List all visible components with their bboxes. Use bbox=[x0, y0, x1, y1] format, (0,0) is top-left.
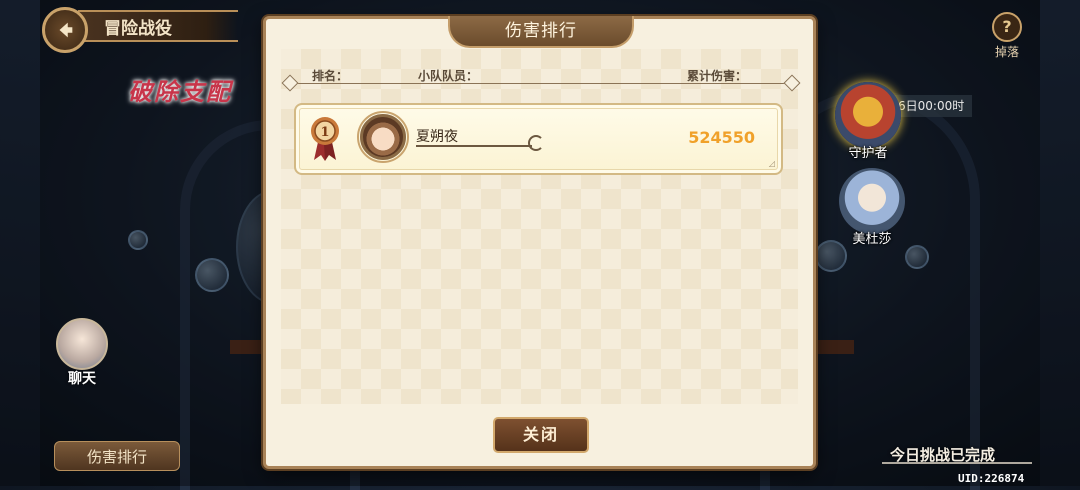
corner-ornament: ◿ bbox=[768, 159, 775, 168]
dialog-title: 伤害排行 bbox=[448, 16, 634, 48]
page-title: 冒险战役 bbox=[78, 10, 238, 42]
damage-ranking-dialog: 伤害排行 排名： 小队队员： 累计伤害： 1 夏朔夜 524550 ◿ 关闭 bbox=[263, 16, 816, 469]
user-id: UID:226874 bbox=[958, 472, 1025, 485]
column-header-members: 小队队员： bbox=[418, 69, 479, 83]
arrow-left-icon bbox=[59, 22, 73, 38]
table-row: 1 夏朔夜 524550 ◿ bbox=[294, 103, 783, 175]
header-divider bbox=[284, 83, 795, 84]
column-header-damage: 累计伤害： bbox=[687, 69, 748, 83]
chat-label: 聊天 bbox=[68, 371, 96, 387]
hero-medusa[interactable]: 美杜莎 bbox=[832, 168, 912, 247]
chat-avatar bbox=[56, 318, 108, 370]
avatar-ring bbox=[357, 111, 409, 163]
name-underline bbox=[416, 145, 532, 147]
hero-portrait bbox=[839, 168, 905, 234]
hero-name: 守护者 bbox=[848, 146, 888, 161]
damage-ranking-button[interactable]: 伤害排行 bbox=[54, 441, 180, 471]
member-name: 夏朔夜 bbox=[416, 129, 458, 145]
background-ledge bbox=[812, 340, 854, 354]
close-button[interactable]: 关闭 bbox=[493, 417, 589, 453]
hero-guardian[interactable]: 守护者 bbox=[828, 82, 908, 161]
event-logo: 破除支配 bbox=[128, 77, 232, 106]
member-avatar[interactable] bbox=[357, 111, 409, 163]
hero-portrait bbox=[835, 82, 901, 148]
name-flourish bbox=[528, 135, 544, 151]
rank-medal-icon: 1 bbox=[311, 117, 339, 161]
chat-button[interactable]: 聊天 bbox=[52, 318, 112, 388]
drop-help-button[interactable]: ? 掉落 bbox=[990, 12, 1024, 60]
back-button[interactable] bbox=[42, 7, 88, 53]
question-icon: ? bbox=[992, 12, 1022, 42]
column-header-rank: 排名： bbox=[312, 69, 349, 83]
rank-number: 1 bbox=[320, 125, 329, 140]
status-flourish bbox=[882, 462, 1032, 464]
hero-name: 美杜莎 bbox=[852, 232, 892, 247]
drop-help-label: 掉落 bbox=[994, 45, 1019, 59]
damage-value: 524550 bbox=[688, 128, 755, 147]
